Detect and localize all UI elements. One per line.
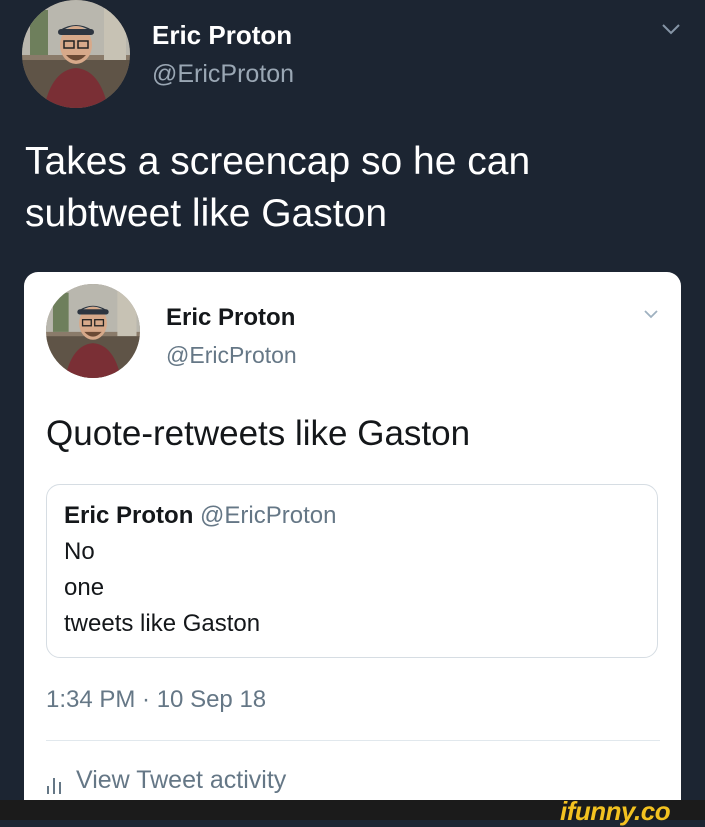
chevron-down-icon[interactable] bbox=[660, 18, 682, 40]
tweet-timestamp[interactable]: 1:34 PM · 10 Sep 18 bbox=[46, 686, 266, 714]
outer-tweet-text: Takes a screencap so he can subtweet lik… bbox=[25, 140, 531, 235]
card-tweet-text: Quote-retweets like Gaston bbox=[46, 414, 471, 453]
ifunny-watermark: ifunny.co bbox=[560, 796, 671, 826]
view-tweet-activity-label: View Tweet activity bbox=[76, 766, 287, 794]
outer-author-name[interactable]: Eric Proton bbox=[152, 20, 292, 51]
embedded-author-name: Eric Proton bbox=[64, 502, 194, 529]
outer-author-handle[interactable]: @EricProton bbox=[152, 60, 294, 89]
card-avatar[interactable] bbox=[46, 284, 140, 378]
embedded-author-handle: @EricProton bbox=[200, 502, 337, 529]
chevron-down-icon[interactable] bbox=[642, 305, 660, 323]
embedded-quote-line: one bbox=[64, 574, 105, 601]
divider bbox=[46, 740, 660, 741]
card-author-handle[interactable]: @EricProton bbox=[166, 342, 297, 369]
embedded-quote-line: tweets like Gaston bbox=[64, 610, 261, 637]
view-tweet-activity-link[interactable]: View Tweet activity bbox=[46, 766, 286, 795]
bar-chart-icon bbox=[46, 772, 62, 794]
card-author-name[interactable]: Eric Proton bbox=[166, 304, 295, 332]
embedded-quote-header: Eric Proton @EricProton bbox=[64, 502, 336, 530]
outer-avatar[interactable] bbox=[22, 0, 130, 108]
embedded-quote-line: No bbox=[64, 538, 95, 565]
